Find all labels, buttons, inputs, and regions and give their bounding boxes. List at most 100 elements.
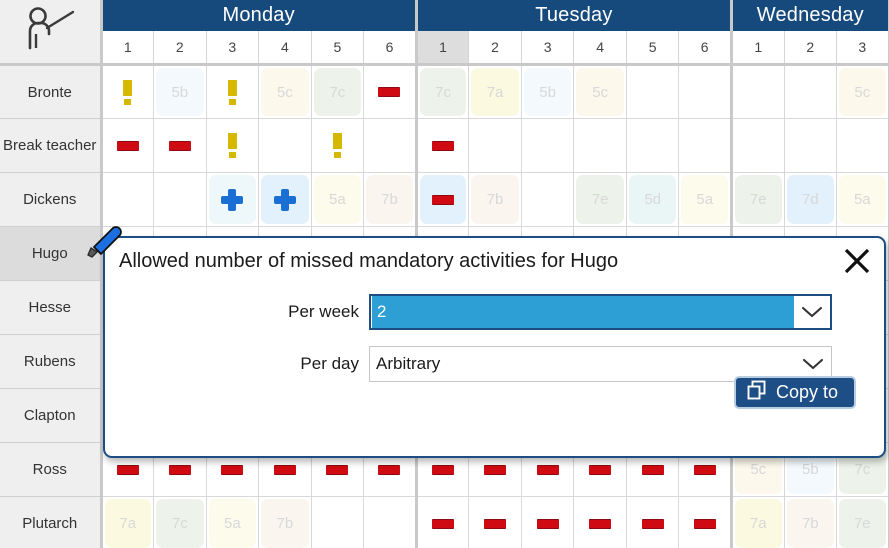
timetable-cell[interactable] (731, 64, 785, 119)
timetable-cell[interactable] (206, 64, 260, 119)
timetable-cell[interactable]: 5b (521, 64, 575, 119)
timetable-cell[interactable] (101, 118, 155, 173)
timetable-cell[interactable]: 7a (468, 64, 522, 119)
slot-header[interactable]: 4 (258, 31, 312, 66)
row-header-rubens[interactable]: Rubens (0, 334, 103, 389)
timetable-cell[interactable] (836, 118, 889, 173)
slot-header[interactable]: 2 (784, 31, 838, 66)
timetable-cell[interactable] (311, 496, 365, 548)
slot-header[interactable]: 6 (678, 31, 733, 66)
timetable-cell[interactable]: 7e (573, 172, 627, 227)
timetable-cell[interactable]: 7e (731, 172, 785, 227)
timetable-cell[interactable] (678, 496, 733, 548)
timetable-cell[interactable]: 5c (573, 64, 627, 119)
timetable-cell[interactable] (258, 172, 312, 227)
timetable-cell[interactable] (416, 118, 470, 173)
timetable-cell[interactable] (206, 118, 260, 173)
slot-header[interactable]: 3 (206, 31, 260, 66)
timetable-cell[interactable]: 5a (311, 172, 365, 227)
timetable-cell[interactable] (521, 496, 575, 548)
activity-chip: 5b (523, 68, 572, 116)
timetable-cell[interactable] (363, 64, 418, 119)
timetable-cell[interactable]: 5a (678, 172, 733, 227)
timetable-cell[interactable]: 5c (258, 64, 312, 119)
slot-header[interactable]: 5 (311, 31, 365, 66)
timetable-cell[interactable]: 5c (836, 64, 889, 119)
timetable-cell[interactable]: 7d (784, 172, 838, 227)
timetable-cell[interactable] (784, 64, 838, 119)
row-header-dickens[interactable]: Dickens (0, 172, 103, 227)
dash-icon (693, 464, 716, 475)
timetable-cell[interactable]: 7a (101, 496, 155, 548)
timetable-cell[interactable] (153, 118, 207, 173)
timetable-cell[interactable] (521, 118, 575, 173)
timetable-cell[interactable] (784, 118, 838, 173)
dash-icon (484, 464, 507, 475)
timetable-cell[interactable] (206, 172, 260, 227)
timetable-cell[interactable]: 7a (731, 496, 785, 548)
timetable-cell[interactable]: 7c (153, 496, 207, 548)
row-header-clapton[interactable]: Clapton (0, 388, 103, 443)
timetable-cell[interactable] (521, 172, 575, 227)
dash-icon (641, 518, 664, 529)
copy-icon (746, 380, 767, 406)
slot-header[interactable]: 1 (416, 31, 470, 66)
slot-header[interactable]: 1 (101, 31, 155, 66)
warning-icon (332, 133, 342, 158)
row-header-break-teacher[interactable]: Break teacher (0, 118, 103, 173)
timetable-cell[interactable] (468, 118, 522, 173)
row-header-ross[interactable]: Ross (0, 442, 103, 497)
timetable-cell[interactable] (468, 496, 522, 548)
timetable-cell[interactable] (678, 64, 733, 119)
timetable-cell[interactable]: 5d (626, 172, 680, 227)
timetable-cell[interactable] (416, 172, 470, 227)
timetable-cell[interactable]: 7e (836, 496, 889, 548)
timetable-cell[interactable] (311, 118, 365, 173)
dash-icon (420, 175, 467, 224)
timetable-cell[interactable] (626, 118, 680, 173)
row-header-plutarch[interactable]: Plutarch (0, 496, 103, 548)
timetable-cell[interactable] (153, 172, 207, 227)
slot-header[interactable]: 2 (468, 31, 522, 66)
timetable-cell[interactable]: 7c (311, 64, 365, 119)
timetable-cell[interactable] (626, 496, 680, 548)
timetable-cell[interactable]: 7b (468, 172, 522, 227)
day-header-row: Monday Tuesday Wednesday (0, 0, 889, 66)
row-header-bronte[interactable]: Bronte (0, 64, 103, 119)
timetable-cell[interactable]: 5a (836, 172, 889, 227)
timetable-cell[interactable] (626, 64, 680, 119)
dash-icon (589, 464, 612, 475)
timetable-cell[interactable] (573, 496, 627, 548)
timetable-cell[interactable] (363, 118, 418, 173)
timetable-cell[interactable]: 7b (363, 172, 418, 227)
slot-header[interactable]: 1 (731, 31, 785, 66)
timetable-cell[interactable] (678, 118, 733, 173)
dash-icon (221, 464, 244, 475)
slot-header[interactable]: 4 (573, 31, 627, 66)
row-header-hesse[interactable]: Hesse (0, 280, 103, 335)
timetable-cell[interactable]: 7c (416, 64, 470, 119)
timetable-cell[interactable]: 7b (784, 496, 838, 548)
timetable-cell[interactable]: 7b (258, 496, 312, 548)
close-icon[interactable] (840, 244, 874, 278)
per-week-select[interactable]: 2 (369, 294, 832, 330)
timetable-cell[interactable] (101, 172, 155, 227)
timetable-cell[interactable] (573, 118, 627, 173)
per-week-value: 2 (372, 296, 794, 328)
row-header-hugo[interactable]: Hugo (0, 226, 103, 281)
slot-header[interactable]: 3 (521, 31, 575, 66)
chevron-down-icon (794, 305, 830, 319)
slot-header[interactable]: 5 (626, 31, 680, 66)
slot-header[interactable]: 6 (363, 31, 418, 66)
timetable-cell[interactable]: 5b (153, 64, 207, 119)
timetable-cell[interactable] (258, 118, 312, 173)
copy-to-button[interactable]: Copy to (733, 376, 856, 409)
timetable-cell[interactable] (731, 118, 785, 173)
dash-icon (693, 518, 716, 529)
timetable-cell[interactable]: 5a (206, 496, 260, 548)
timetable-cell[interactable] (363, 496, 418, 548)
slot-header[interactable]: 3 (836, 31, 889, 66)
timetable-cell[interactable] (416, 496, 470, 548)
slot-header[interactable]: 2 (153, 31, 207, 66)
timetable-cell[interactable] (101, 64, 155, 119)
